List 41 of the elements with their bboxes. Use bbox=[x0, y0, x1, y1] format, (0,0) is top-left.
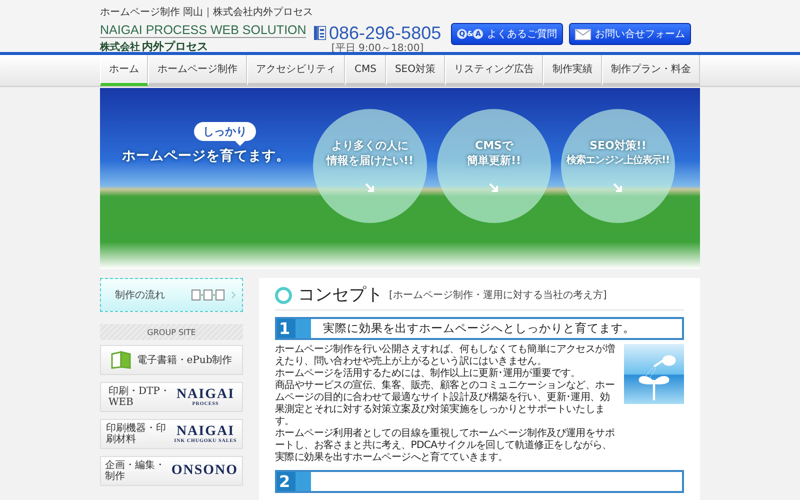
contact-form-button[interactable]: お問い合せフォーム bbox=[569, 23, 692, 45]
nav-tab[interactable]: 制作プラン・料金 bbox=[602, 55, 700, 86]
logo-title[interactable]: NAIGAI PROCESS WEB SOLUTION bbox=[100, 23, 306, 38]
section-heading: 実際に効果を出すホームページへとしっかりと育てます。 bbox=[323, 321, 635, 336]
arrow-icon bbox=[489, 183, 499, 193]
speech-bubble-tail bbox=[235, 141, 245, 146]
arrow-icon bbox=[365, 183, 375, 193]
phone-icon bbox=[314, 26, 326, 40]
body-paragraph: 商品やサービスの宣伝、集客、販売、顧客とのコミュニケーションなど、ホームページの目的に合わせて最適なサイト設計及び構築を行い、更新･運用、効果測定とそれに対する対策立案及び対策実施をしっかりとサポートいたします。 bbox=[275, 380, 616, 428]
nav-tab[interactable]: アクセシビリティ bbox=[246, 55, 346, 86]
section-subtitle: [ホームページ制作・運用に対する当社の考え方] bbox=[389, 288, 607, 302]
body-paragraph: ホームページ利用者としての目線を重視してホームページ制作及び運用をサポートし、お客さまと共に考え、PDCAサイクルを回して軌道修正をしながら、実際に効果を出すホームページへと育てていきます。 bbox=[275, 428, 616, 464]
chevron-icon bbox=[231, 291, 236, 299]
envelope-icon bbox=[575, 28, 592, 40]
nav-tab[interactable]: 制作実績 bbox=[543, 55, 602, 86]
ring-icon bbox=[275, 286, 292, 304]
arrow-icon bbox=[613, 183, 623, 193]
nav-tab[interactable]: ホームページ制作 bbox=[148, 55, 247, 86]
watering-plant-illustration bbox=[624, 344, 684, 404]
body-paragraph: ホームページを活用するためには、制作以上に更新･運用が重要です。 bbox=[275, 368, 582, 380]
site-tagline: ホームページ制作 岡山｜株式会社内外プロセス bbox=[100, 6, 314, 19]
speech-bubble: しっかり bbox=[194, 122, 256, 141]
nav-tab[interactable]: CMS bbox=[345, 55, 386, 86]
phone-number: 086-296-5805 bbox=[329, 23, 442, 43]
hero-tagline: ホームページを育てます。 bbox=[122, 147, 290, 165]
steps-icon bbox=[191, 289, 225, 301]
flow-button[interactable]: 制作の流れ bbox=[100, 278, 243, 312]
body-paragraph: ホームページ制作を行い公開さえすれば、何もしなくても簡単にアクセスが増えたり、問い合わせや売上が上がるという訳にはいきません。 bbox=[275, 344, 616, 368]
company-name[interactable]: 内外プロセス bbox=[142, 41, 208, 53]
nav-tab[interactable]: ホーム bbox=[100, 55, 148, 86]
book-icon bbox=[110, 350, 131, 370]
section-number: 1 bbox=[277, 319, 311, 338]
nav-tab[interactable]: リスティング広告 bbox=[444, 55, 544, 86]
partner-logo: ONSONO bbox=[171, 464, 238, 478]
company-prefix: 株式会社 bbox=[100, 42, 140, 54]
group-site-link[interactable]: 電子書籍・ePub制作 bbox=[100, 345, 243, 375]
nav-tab[interactable]: SEO対策 bbox=[386, 55, 445, 86]
office-hours: [平日 9:00～18:00] bbox=[331, 43, 424, 54]
section-number: 2 bbox=[277, 472, 311, 491]
group-site-heading: GROUP SITE bbox=[100, 324, 243, 340]
section-title: コンセプト bbox=[298, 285, 383, 305]
